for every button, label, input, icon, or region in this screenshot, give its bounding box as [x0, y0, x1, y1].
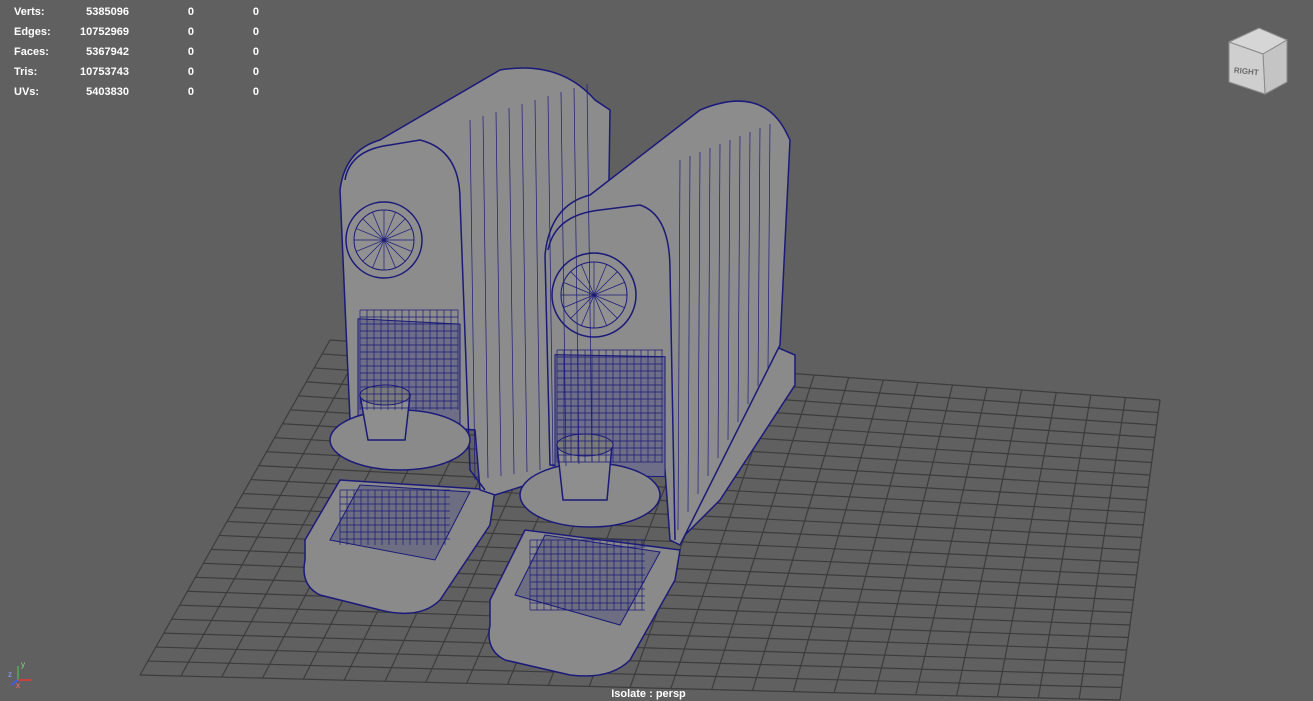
hud-row: Faces: 5367942 0 0 — [14, 42, 264, 62]
hud-stat-component: 0 — [252, 26, 259, 38]
hud-stat-label: Edges: — [14, 26, 51, 38]
hud-stat-total: 5403830 — [86, 86, 129, 98]
grid-line — [833, 382, 919, 693]
poly-count-hud: Verts: 5385096 0 0 Edges: 10752969 0 0 Faces: 536… — [14, 2, 264, 102]
maya-viewport[interactable]: Verts: 5385096 0 0 Edges: 10752969 0 0 Faces: 536… — [0, 0, 1313, 701]
grid-line — [996, 392, 1057, 697]
grid-line — [956, 389, 1023, 696]
grid-line — [1037, 394, 1092, 699]
grid-line — [1119, 399, 1161, 701]
scene-render[interactable] — [0, 0, 1313, 701]
grid-line — [792, 379, 884, 692]
hud-stat-component: 0 — [252, 86, 259, 98]
hud-stat-selected: 0 — [187, 66, 194, 78]
camera-label-bar: Isolate : persp — [0, 688, 1313, 700]
grid-line — [163, 632, 1126, 664]
grid-line — [147, 660, 1122, 689]
hud-row: Verts: 5385096 0 0 — [14, 2, 264, 22]
hud-row: Tris: 10753743 0 0 — [14, 62, 264, 82]
grid-line — [874, 384, 954, 694]
hud-stat-selected: 0 — [187, 86, 194, 98]
hud-stat-label: UVs: — [14, 86, 40, 98]
axis-z-label: z — [8, 670, 12, 679]
hud-stat-component: 0 — [252, 66, 259, 78]
hud-stat-component: 0 — [252, 46, 259, 58]
hud-stat-label: Tris: — [14, 66, 38, 78]
hud-row: Edges: 10752969 0 0 — [14, 22, 264, 42]
hud-stat-total: 5367942 — [86, 46, 129, 58]
camera-label: Isolate : persp — [611, 688, 686, 700]
grid-line — [915, 387, 988, 695]
hud-stat-selected: 0 — [187, 26, 194, 38]
hud-stat-selected: 0 — [187, 6, 194, 18]
hud-row: UVs: 5403830 0 0 — [14, 82, 264, 102]
hud-stat-total: 10753743 — [80, 66, 129, 78]
grid-line — [1078, 397, 1127, 700]
hud-stat-component: 0 — [252, 6, 259, 18]
hud-stat-label: Verts: — [14, 6, 45, 18]
hud-stat-total: 10752969 — [80, 26, 129, 38]
hud-stat-label: Faces: — [14, 46, 49, 58]
viewcube[interactable]: RIGHT — [1225, 24, 1289, 96]
grid-line — [155, 646, 1124, 676]
hud-stat-total: 5385096 — [86, 6, 129, 18]
hud-stat-selected: 0 — [187, 46, 194, 58]
axis-indicator: y z x — [8, 660, 32, 690]
axis-y-label: y — [21, 660, 25, 669]
